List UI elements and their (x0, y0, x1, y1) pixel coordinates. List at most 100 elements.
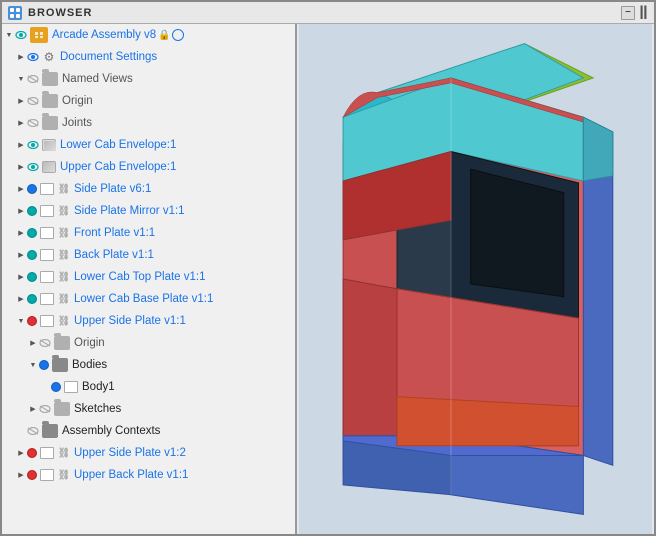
joints-label: Joints (62, 117, 92, 129)
tree-item-lower-cab-env[interactable]: Lower Cab Envelope:1 (2, 134, 295, 156)
tree-item-front-plate[interactable]: ⛓ Front Plate v1:1 (2, 222, 295, 244)
tree-item-asm-contexts[interactable]: Assembly Contexts (2, 420, 295, 442)
side-plate-expand[interactable] (16, 184, 26, 194)
lower-cab-top-eye[interactable] (27, 272, 37, 282)
tree-item-upper-side-plate[interactable]: ⛓ Upper Side Plate v1:1 (2, 310, 295, 332)
upper-cab-expand[interactable] (16, 162, 26, 172)
side-plate-eye[interactable] (27, 184, 37, 194)
tree-item-upper-cab-env[interactable]: Upper Cab Envelope:1 (2, 156, 295, 178)
tree-item-side-plate[interactable]: ⛓ Side Plate v6:1 (2, 178, 295, 200)
tree-item-doc-settings[interactable]: ⚙ Document Settings (2, 46, 295, 68)
lower-cab-eye[interactable] (26, 138, 40, 152)
upper-side-eye[interactable] (27, 316, 37, 326)
bodies-label: Bodies (72, 359, 107, 371)
tree-item-origin-sub[interactable]: Origin (2, 332, 295, 354)
doc-gear-icon: ⚙ (42, 50, 56, 64)
tree-item-body1[interactable]: Body1 (2, 376, 295, 398)
origin-folder (42, 94, 58, 108)
tree-item-bodies[interactable]: Bodies (2, 354, 295, 376)
lower-cab-env-label: Lower Cab Envelope:1 (60, 139, 176, 151)
tree-item-lower-cab-base[interactable]: ⛓ Lower Cab Base Plate v1:1 (2, 288, 295, 310)
browser-title: BROWSER (28, 7, 92, 19)
root-label: Arcade Assembly v8 (52, 29, 156, 41)
joints-expand[interactable] (16, 118, 26, 128)
front-plate-link: ⛓ (58, 227, 70, 239)
doc-expand[interactable] (16, 52, 26, 62)
arcade-3d-view (297, 24, 654, 534)
asm-contexts-label: Assembly Contexts (62, 425, 160, 437)
bodies-expand[interactable] (28, 360, 38, 370)
back-plate-box (40, 249, 54, 261)
lower-cab-box (42, 139, 56, 151)
side-plate-mirror-link: ⛓ (58, 205, 70, 217)
sketches-expand[interactable] (28, 404, 38, 414)
origin-expand[interactable] (16, 96, 26, 106)
body1-eye[interactable] (51, 382, 61, 392)
front-plate-label: Front Plate v1:1 (74, 227, 155, 239)
side-plate-mirror-eye[interactable] (27, 206, 37, 216)
tree-item-upper-side-plate-2[interactable]: ⛓ Upper Side Plate v1:2 (2, 442, 295, 464)
tree-root[interactable]: Arcade Assembly v8 🔒 (2, 24, 295, 46)
viewport[interactable] (297, 24, 654, 534)
browser-tree: Arcade Assembly v8 🔒 ⚙ Document Settings (2, 24, 295, 534)
upper-side-2-link: ⛓ (58, 447, 70, 459)
origin-sub-expand[interactable] (28, 338, 38, 348)
root-expand[interactable] (4, 30, 14, 40)
lower-cab-base-eye[interactable] (27, 294, 37, 304)
origin-eye[interactable] (26, 94, 40, 108)
upper-side-2-expand[interactable] (16, 448, 26, 458)
sketches-eye[interactable] (38, 402, 52, 416)
lower-cab-top-label: Lower Cab Top Plate v1:1 (74, 271, 205, 283)
upper-cab-eye[interactable] (26, 160, 40, 174)
front-plate-expand[interactable] (16, 228, 26, 238)
upper-side-label: Upper Side Plate v1:1 (74, 315, 186, 327)
tree-item-origin[interactable]: Origin (2, 90, 295, 112)
origin-label: Origin (62, 95, 93, 107)
bodies-eye[interactable] (39, 360, 49, 370)
upper-side-expand[interactable] (16, 316, 26, 326)
content-area: Arcade Assembly v8 🔒 ⚙ Document Settings (2, 24, 654, 534)
back-plate-expand[interactable] (16, 250, 26, 260)
named-views-eye[interactable] (26, 72, 40, 86)
tree-item-named-views[interactable]: Named Views (2, 68, 295, 90)
joints-eye[interactable] (26, 116, 40, 130)
upper-side-2-eye[interactable] (27, 448, 37, 458)
root-eye[interactable] (14, 28, 28, 42)
side-plate-box (40, 183, 54, 195)
named-views-expand[interactable] (16, 74, 26, 84)
origin-sub-eye[interactable] (38, 336, 52, 350)
side-plate-mirror-expand[interactable] (16, 206, 26, 216)
body1-expand (40, 382, 50, 392)
tree-item-back-plate[interactable]: ⛓ Back Plate v1:1 (2, 244, 295, 266)
minimize-button[interactable]: − (621, 6, 635, 20)
upper-back-eye[interactable] (27, 470, 37, 480)
tree-item-sketches[interactable]: Sketches (2, 398, 295, 420)
upper-back-link: ⛓ (58, 469, 70, 481)
upper-back-expand[interactable] (16, 470, 26, 480)
asm-contexts-expand (16, 426, 26, 436)
lower-cab-base-link: ⛓ (58, 293, 70, 305)
asm-contexts-eye[interactable] (26, 424, 40, 438)
main-window: BROWSER − ‖ (0, 0, 656, 536)
lower-cab-expand[interactable] (16, 140, 26, 150)
lower-cab-base-expand[interactable] (16, 294, 26, 304)
tree-item-side-plate-mirror[interactable]: ⛓ Side Plate Mirror v1:1 (2, 200, 295, 222)
collapse-icon[interactable]: ‖ (639, 4, 648, 22)
titlebar-controls: − ‖ (621, 4, 648, 22)
joints-folder (42, 116, 58, 130)
back-plate-eye[interactable] (27, 250, 37, 260)
upper-side-link: ⛓ (58, 315, 70, 327)
tree-item-lower-cab-top[interactable]: ⛓ Lower Cab Top Plate v1:1 (2, 266, 295, 288)
tree-item-joints[interactable]: Joints (2, 112, 295, 134)
back-plate-link: ⛓ (58, 249, 70, 261)
origin-sub-folder (54, 336, 70, 350)
browser-titlebar: BROWSER − ‖ (2, 2, 654, 24)
doc-eye[interactable] (26, 50, 40, 64)
origin-sub-label: Origin (74, 337, 105, 349)
tree-item-upper-back-plate[interactable]: ⛓ Upper Back Plate v1:1 (2, 464, 295, 486)
doc-settings-label: Document Settings (60, 51, 157, 63)
root-circle (172, 29, 184, 41)
asm-contexts-folder (42, 424, 58, 438)
lower-cab-top-expand[interactable] (16, 272, 26, 282)
front-plate-eye[interactable] (27, 228, 37, 238)
